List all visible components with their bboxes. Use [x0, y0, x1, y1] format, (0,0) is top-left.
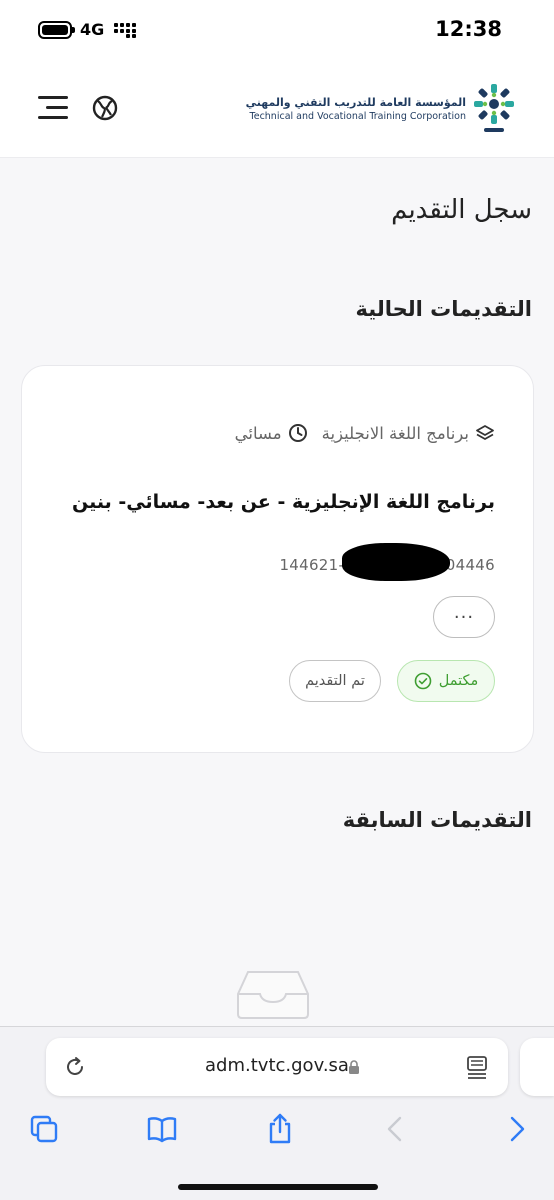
status-badge-complete: مكتمل — [397, 660, 495, 702]
clock-icon — [288, 424, 307, 442]
org-name-arabic: المؤسسة العامة للتدريب التقني والمهني — [245, 96, 466, 109]
clock: 12:38 — [435, 17, 502, 41]
reader-mode-icon[interactable] — [466, 1055, 488, 1079]
status-bar: 4G 12:38 — [0, 0, 554, 62]
hamburger-menu-icon[interactable] — [36, 95, 68, 121]
application-card: برنامج اللغة الانجليزية مسائي برنامج الل… — [21, 365, 534, 753]
url-text: adm.tvtc.gov.sa — [205, 1055, 349, 1076]
next-tab-address-bar[interactable] — [520, 1038, 554, 1096]
battery-icon — [38, 21, 75, 39]
address-bar[interactable]: adm.tvtc.gov.sa — [46, 1038, 508, 1096]
previous-applications-heading: التقديمات السابقة — [342, 808, 532, 832]
signal-icon — [114, 23, 136, 38]
program-meta: برنامج اللغة الانجليزية مسائي — [235, 423, 495, 443]
network-type: 4G — [80, 20, 105, 39]
more-options-button[interactable]: ··· — [433, 596, 495, 638]
back-icon[interactable] — [380, 1113, 412, 1145]
status-badge-applied: تم التقديم — [289, 660, 381, 702]
page-title: سجل التقديم — [391, 195, 532, 225]
lock-icon — [349, 1060, 359, 1074]
check-circle-icon — [414, 672, 432, 690]
tvtc-logo[interactable]: المؤسسة العامة للتدريب التقني والمهني Te… — [246, 80, 518, 140]
browser-toolbar: adm.tvtc.gov.sa — [0, 1026, 554, 1200]
share-icon[interactable] — [264, 1113, 296, 1145]
globe-icon[interactable] — [92, 95, 118, 121]
bookmarks-icon[interactable] — [146, 1113, 178, 1145]
layers-icon — [476, 425, 494, 440]
tvtc-emblem-icon — [474, 84, 514, 132]
current-applications-heading: التقديمات الحالية — [355, 297, 532, 321]
status-complete-label: مكتمل — [438, 673, 479, 689]
forward-icon[interactable] — [500, 1113, 532, 1145]
home-indicator — [178, 1184, 378, 1190]
reference-prefix: 144621- — [279, 556, 345, 574]
site-header: المؤسسة العامة للتدريب التقني والمهني Te… — [0, 62, 554, 158]
program-type: برنامج اللغة الانجليزية — [321, 423, 469, 443]
program-period: مسائي — [234, 423, 282, 443]
redaction-mark — [342, 543, 450, 581]
tabs-icon[interactable] — [28, 1113, 60, 1145]
empty-inbox-icon — [237, 971, 309, 1019]
program-name: برنامج اللغة الإنجليزية - عن بعد- مسائي-… — [71, 491, 495, 513]
org-name-english: Technical and Vocational Training Corpor… — [249, 111, 466, 122]
